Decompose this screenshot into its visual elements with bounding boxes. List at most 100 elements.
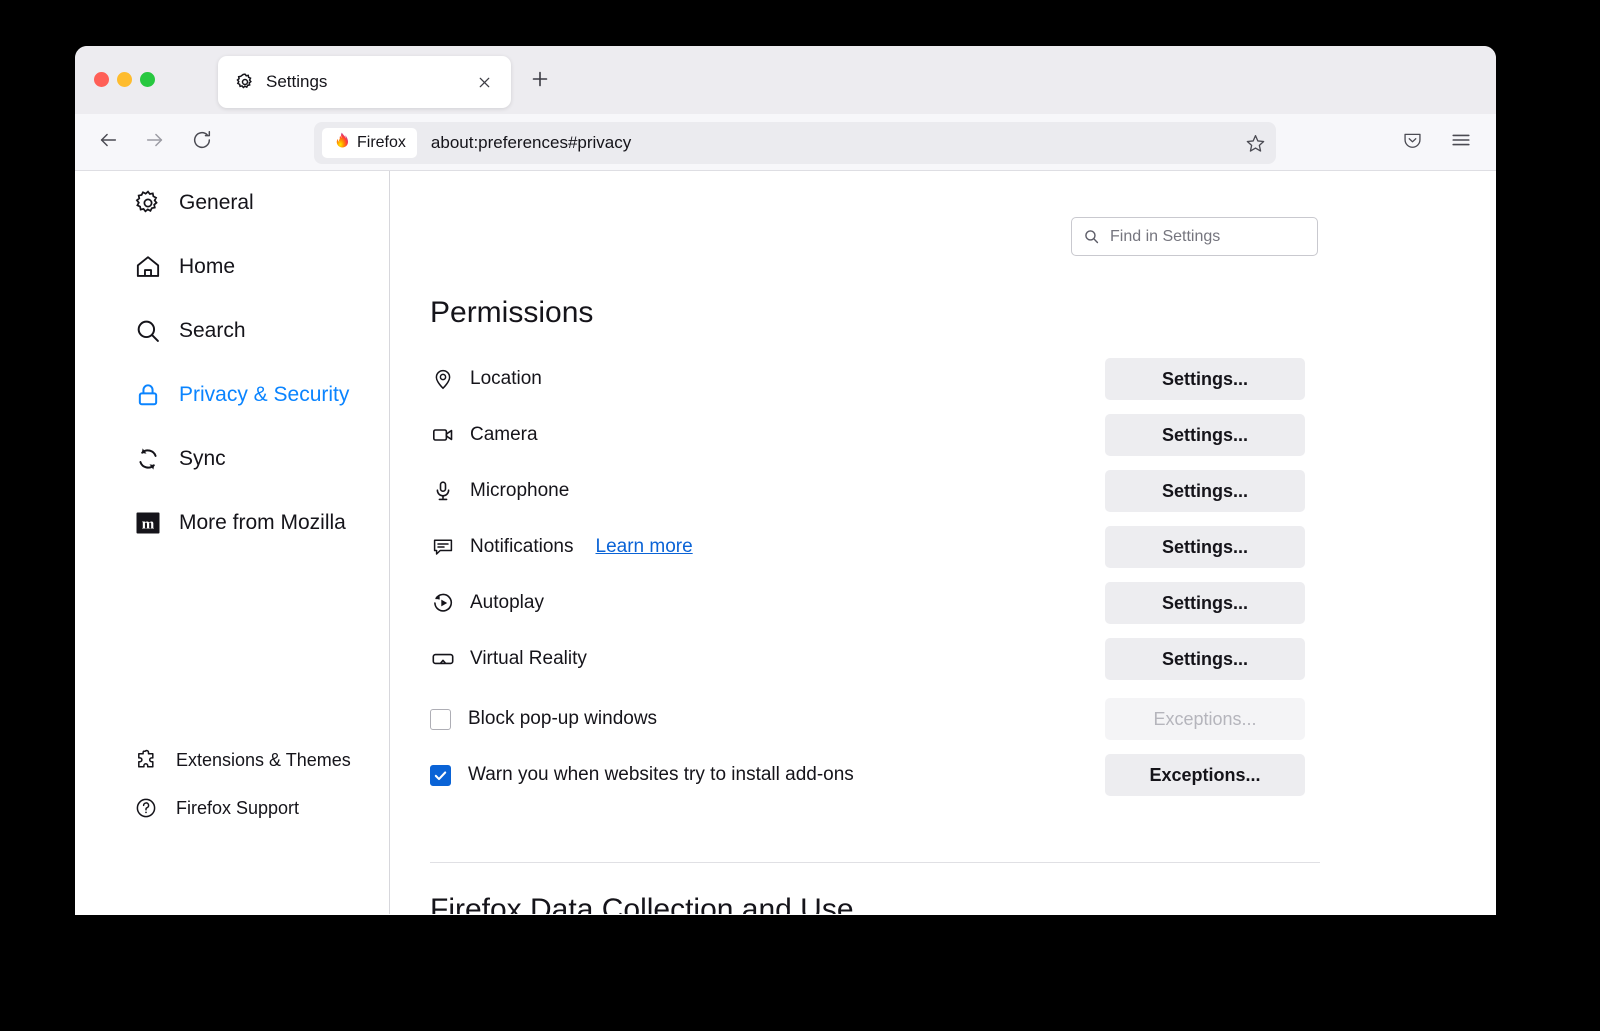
permission-label: Virtual Reality xyxy=(470,648,587,669)
lock-icon xyxy=(133,380,163,410)
virtual-reality-settings-button[interactable]: Settings... xyxy=(1105,638,1305,680)
permission-label: Microphone xyxy=(470,480,570,501)
reload-icon xyxy=(191,129,213,156)
puzzle-piece-icon xyxy=(133,747,159,773)
permissions-button-column: Settings... Settings... Settings... Sett… xyxy=(1105,351,1305,687)
browser-window: Settings Firefox about:preferences#priva… xyxy=(75,46,1496,915)
find-in-settings xyxy=(1071,217,1318,256)
block-popups-checkbox[interactable] xyxy=(430,708,451,730)
window-minimize-button[interactable] xyxy=(117,72,132,87)
permission-label: Location xyxy=(470,368,542,389)
arrow-right-icon xyxy=(144,129,166,156)
search-icon xyxy=(1082,227,1101,246)
permission-label: Camera xyxy=(470,424,538,445)
forward-button[interactable] xyxy=(139,127,170,158)
button-slot: Settings... xyxy=(1105,351,1305,407)
sync-icon xyxy=(133,444,163,474)
star-icon[interactable] xyxy=(1240,128,1270,158)
camera-icon xyxy=(430,422,456,448)
sidebar-footer-label: Firefox Support xyxy=(176,797,300,818)
hamburger-menu-icon xyxy=(1450,129,1472,156)
url-bar[interactable]: Firefox about:preferences#privacy xyxy=(314,122,1276,164)
plus-icon xyxy=(530,69,550,94)
next-section-title: Firefox Data Collection and Use xyxy=(430,893,854,914)
permission-label: Notifications xyxy=(470,536,574,557)
back-button[interactable] xyxy=(92,127,123,158)
button-slot: Exceptions... xyxy=(1105,747,1305,803)
notification-icon xyxy=(430,534,456,560)
url-text[interactable]: about:preferences#privacy xyxy=(431,133,1240,153)
button-slot: Settings... xyxy=(1105,575,1305,631)
button-slot: Settings... xyxy=(1105,631,1305,687)
warn-addons-checkbox[interactable] xyxy=(430,764,451,786)
sidebar-item-more-from-mozilla[interactable]: m More from Mozilla xyxy=(75,491,389,555)
sidebar-item-label: Search xyxy=(179,319,246,342)
mozilla-m-icon: m xyxy=(133,508,163,538)
sidebar-item-search[interactable]: Search xyxy=(75,299,389,363)
svg-text:m: m xyxy=(142,516,155,532)
sidebar-item-firefox-support[interactable]: Firefox Support xyxy=(75,784,389,832)
exceptions-button-column: Exceptions... Exceptions... xyxy=(1105,691,1305,803)
search-box[interactable] xyxy=(1071,217,1318,256)
sidebar-item-general[interactable]: General xyxy=(75,171,389,235)
question-circle-icon xyxy=(133,795,159,821)
gear-icon xyxy=(133,188,163,218)
identity-chip-label: Firefox xyxy=(357,134,406,151)
new-tab-button[interactable] xyxy=(527,68,553,94)
pocket-button[interactable] xyxy=(1397,127,1428,158)
sidebar-item-extensions-themes[interactable]: Extensions & Themes xyxy=(75,736,389,784)
warn-addons-exceptions-button[interactable]: Exceptions... xyxy=(1105,754,1305,796)
gear-icon xyxy=(234,72,255,93)
tab-settings[interactable]: Settings xyxy=(218,56,511,108)
autoplay-settings-button[interactable]: Settings... xyxy=(1105,582,1305,624)
close-icon[interactable] xyxy=(473,71,495,93)
window-close-button[interactable] xyxy=(94,72,109,87)
button-slot: Settings... xyxy=(1105,407,1305,463)
sidebar-footer: Extensions & Themes Firefox Support xyxy=(75,736,389,832)
sidebar-item-privacy-security[interactable]: Privacy & Security xyxy=(75,363,389,427)
tab-title: Settings xyxy=(266,72,328,91)
search-input[interactable] xyxy=(1110,227,1307,246)
permission-label: Autoplay xyxy=(470,592,544,613)
sidebar-nav-list: General Home Search Privacy & Security S… xyxy=(75,171,389,555)
checkbox-label: Block pop-up windows xyxy=(468,708,658,729)
location-pin-icon xyxy=(430,366,456,392)
section-divider xyxy=(430,862,1320,863)
button-slot: Settings... xyxy=(1105,463,1305,519)
location-settings-button[interactable]: Settings... xyxy=(1105,358,1305,400)
sidebar-item-sync[interactable]: Sync xyxy=(75,427,389,491)
sidebar-item-label: Home xyxy=(179,255,236,278)
preferences-page: General Home Search Privacy & Security S… xyxy=(75,171,1496,914)
camera-settings-button[interactable]: Settings... xyxy=(1105,414,1305,456)
notifications-settings-button[interactable]: Settings... xyxy=(1105,526,1305,568)
tab-strip: Settings xyxy=(75,46,1496,114)
sidebar-item-label: Privacy & Security xyxy=(179,383,350,406)
window-maximize-button[interactable] xyxy=(140,72,155,87)
search-icon xyxy=(133,316,163,346)
app-menu-button[interactable] xyxy=(1445,127,1476,158)
sidebar-item-label: More from Mozilla xyxy=(179,511,346,534)
sidebar-item-label: Sync xyxy=(179,447,226,470)
screen-root: Settings Firefox about:preferences#priva… xyxy=(0,0,1600,1031)
microphone-settings-button[interactable]: Settings... xyxy=(1105,470,1305,512)
microphone-icon xyxy=(430,478,456,504)
sidebar-item-label: General xyxy=(179,191,254,214)
navigation-toolbar: Firefox about:preferences#privacy xyxy=(75,114,1496,171)
identity-chip[interactable]: Firefox xyxy=(322,128,417,158)
reload-button[interactable] xyxy=(186,127,217,158)
page-title: Permissions xyxy=(430,296,594,329)
home-icon xyxy=(133,252,163,282)
learn-more-link[interactable]: Learn more xyxy=(596,536,693,558)
preferences-main: Permissions Location xyxy=(390,171,1496,914)
sidebar-footer-label: Extensions & Themes xyxy=(176,749,351,770)
arrow-left-icon xyxy=(97,129,119,156)
button-slot: Exceptions... xyxy=(1105,691,1305,747)
window-traffic-lights xyxy=(94,72,155,87)
vr-headset-icon xyxy=(430,646,456,672)
sidebar-item-home[interactable]: Home xyxy=(75,235,389,299)
firefox-logo-icon xyxy=(330,131,349,155)
button-slot: Settings... xyxy=(1105,519,1305,575)
block-popups-exceptions-button[interactable]: Exceptions... xyxy=(1105,698,1305,740)
checkbox-label: Warn you when websites try to install ad… xyxy=(468,764,854,785)
autoplay-icon xyxy=(430,590,456,616)
